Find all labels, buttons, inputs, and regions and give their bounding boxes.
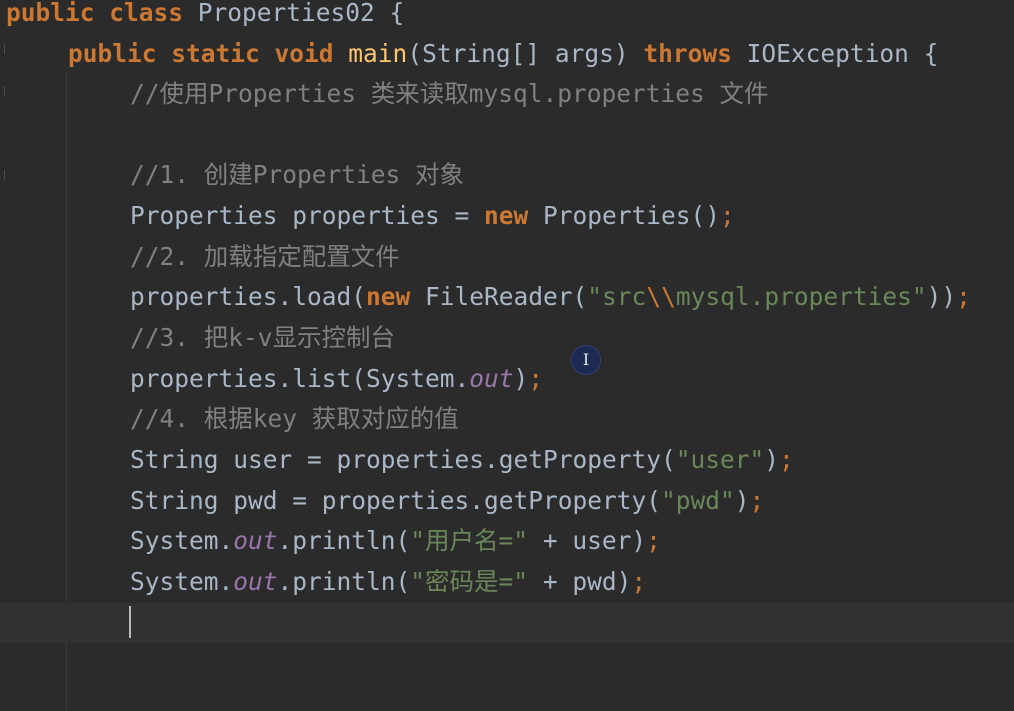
text-caret — [129, 606, 131, 638]
code-token: properties.load( — [130, 282, 367, 311]
code-token: static — [171, 39, 275, 68]
code-token: mysql.properties" — [675, 282, 927, 311]
code-line[interactable]: String user = properties.getProperty("us… — [0, 440, 1014, 480]
code-line[interactable]: String pwd = properties.getProperty("pwd… — [0, 481, 1014, 521]
code-token: .println( — [277, 526, 411, 555]
code-token: new — [366, 282, 426, 311]
code-token: throws — [643, 39, 747, 68]
code-text[interactable]: //3. 把k-v显示控制台 — [130, 318, 395, 358]
code-token: ; — [646, 526, 661, 555]
code-line[interactable]: public class Properties02 { — [0, 0, 1014, 33]
code-token: out — [469, 364, 514, 393]
code-line[interactable]: properties.list(System.out); — [0, 359, 1014, 399]
code-token: System. — [130, 567, 234, 596]
code-token: void — [274, 39, 349, 68]
code-token: ; — [720, 201, 735, 230]
code-token: ) — [764, 445, 780, 474]
code-line[interactable]: public static void main(String[] args) t… — [0, 34, 1014, 74]
code-text[interactable]: String pwd = properties.getProperty("pwd… — [130, 481, 764, 521]
code-token: ) — [513, 364, 529, 393]
code-text[interactable]: //4. 根据key 获取对应的值 — [130, 399, 459, 439]
code-token: IOException { — [746, 39, 939, 68]
code-line[interactable]: //2. 加载指定配置文件 — [0, 237, 1014, 277]
code-token: Properties02 { — [197, 0, 405, 27]
code-token: + pwd) — [528, 567, 632, 596]
code-token: out — [233, 567, 278, 596]
code-token: public — [6, 0, 110, 27]
code-token: Properties() — [543, 201, 721, 230]
code-text[interactable]: System.out.println("密码是=" + pwd); — [130, 562, 646, 602]
code-token: \\ — [646, 282, 676, 311]
code-token: (String[] args) — [407, 39, 644, 68]
code-token: .println( — [277, 567, 411, 596]
code-line[interactable]: //3. 把k-v显示控制台 — [0, 318, 1014, 358]
code-line[interactable]: Properties properties = new Properties()… — [0, 196, 1014, 236]
code-token: Properties properties = — [130, 201, 485, 230]
code-line[interactable] — [0, 603, 1014, 643]
code-token: String user = properties.getProperty( — [130, 445, 676, 474]
code-token: String pwd = properties.getProperty( — [130, 486, 662, 515]
code-token: //2. 加载指定配置文件 — [130, 242, 400, 271]
code-token: ; — [749, 486, 765, 515]
code-token: public — [68, 39, 172, 68]
code-text[interactable]: Properties properties = new Properties()… — [130, 196, 735, 236]
code-token: FileReader( — [425, 282, 588, 311]
code-token: + user) — [528, 526, 647, 555]
code-text[interactable]: System.out.println("用户名=" + user); — [130, 521, 661, 561]
i-beam-icon: I — [582, 350, 590, 369]
code-token: "用户名=" — [410, 526, 529, 555]
code-line[interactable]: //4. 根据key 获取对应的值 — [0, 399, 1014, 439]
code-line[interactable]: //使用Properties 类来读取mysql.properties 文件 — [0, 74, 1014, 114]
code-token: ) — [734, 486, 750, 515]
code-text[interactable]: public class Properties02 { — [6, 0, 404, 33]
code-token: ; — [956, 282, 971, 311]
code-editor[interactable]: public class Properties02 {public static… — [0, 0, 1014, 711]
code-text[interactable]: //2. 加载指定配置文件 — [130, 237, 400, 277]
code-token: ; — [631, 567, 647, 596]
code-token: out — [233, 526, 278, 555]
code-text[interactable]: properties.list(System.out); — [130, 359, 543, 399]
code-token: properties.list(System. — [130, 364, 470, 393]
code-text[interactable]: String user = properties.getProperty("us… — [130, 440, 794, 480]
code-line[interactable]: System.out.println("用户名=" + user); — [0, 521, 1014, 561]
code-token: )) — [926, 282, 957, 311]
code-text[interactable]: //1. 创建Properties 对象 — [130, 155, 464, 195]
code-token: "pwd" — [661, 486, 735, 515]
code-token: new — [484, 201, 544, 230]
code-line[interactable] — [0, 115, 1014, 155]
code-token: ; — [779, 445, 794, 474]
code-token: "密码是=" — [410, 567, 529, 596]
code-token: "src — [587, 282, 647, 311]
code-text[interactable]: //使用Properties 类来读取mysql.properties 文件 — [130, 74, 769, 114]
code-line[interactable]: System.out.println("密码是=" + pwd); — [0, 562, 1014, 602]
text-cursor-icon: I — [571, 345, 601, 375]
code-line[interactable]: properties.load(new FileReader("src\\mys… — [0, 277, 1014, 317]
code-token: //4. 根据key 获取对应的值 — [130, 404, 459, 433]
code-text[interactable]: public static void main(String[] args) t… — [68, 34, 938, 74]
code-token: ; — [528, 364, 544, 393]
code-token: //使用Properties 类来读取mysql.properties 文件 — [130, 79, 769, 108]
code-token: class — [109, 0, 198, 27]
code-token: //1. 创建Properties 对象 — [130, 160, 465, 189]
code-line[interactable]: //1. 创建Properties 对象 — [0, 155, 1014, 195]
code-text[interactable]: properties.load(new FileReader("src\\mys… — [130, 277, 971, 317]
code-token: //3. 把k-v显示控制台 — [130, 323, 396, 352]
code-token: "user" — [675, 445, 765, 474]
code-token: System. — [130, 526, 234, 555]
code-token: main — [348, 39, 408, 68]
